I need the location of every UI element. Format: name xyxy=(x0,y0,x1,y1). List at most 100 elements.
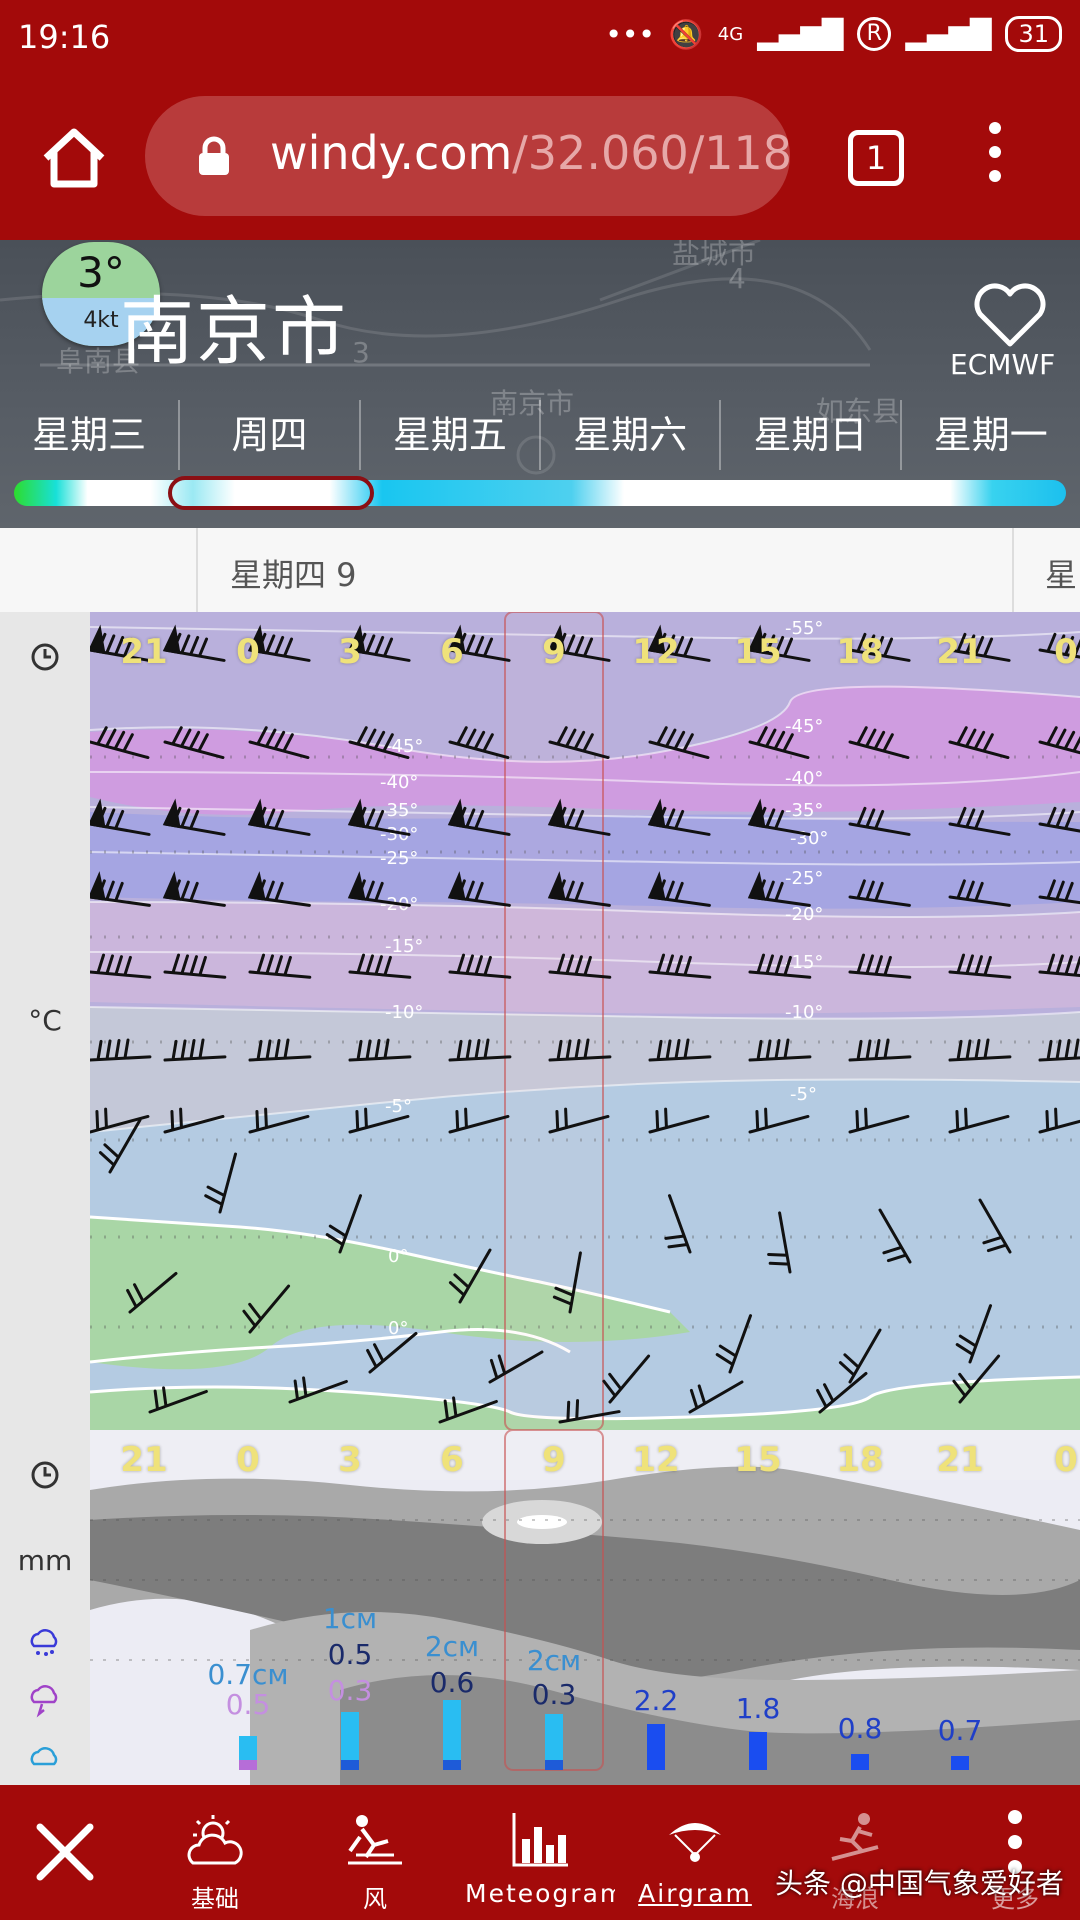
left-legend: °C mm xyxy=(0,612,90,1785)
snow-amount-label: 2cм xyxy=(424,1630,480,1663)
lock-icon xyxy=(199,136,229,175)
isotherm-label: -5° xyxy=(385,1096,412,1117)
map-label-4: 4 xyxy=(728,262,746,295)
browser-toolbar: windy.com/32.060/118 1 xyxy=(0,72,1080,240)
paraglider-icon xyxy=(669,1823,721,1862)
more-notifications-icon: ••• xyxy=(605,17,655,51)
status-icons: ••• 🔕 4G ▂▄▆█ R ▂▄▆█ 31 xyxy=(605,16,1062,52)
isotherm-label: -45° xyxy=(785,716,823,737)
hour-label: 18 xyxy=(836,632,884,672)
signal-icon: ▂▄▆█ xyxy=(757,17,844,51)
hour-label: 15 xyxy=(734,632,782,672)
day-tab[interactable]: 周四 xyxy=(180,400,361,470)
network-type: 4G xyxy=(717,23,744,45)
rain-amount-label: 0.6 xyxy=(429,1666,475,1699)
url-domain: windy.com xyxy=(270,126,513,180)
isotherm-label: -10° xyxy=(385,1002,423,1023)
isotherm-label: -35° xyxy=(380,800,418,821)
day-tabs: 星期三 周四 星期五 星期六 星期日 星期一 xyxy=(0,400,1080,470)
precip-unit[interactable]: mm xyxy=(0,1544,90,1577)
hour-label: 12 xyxy=(632,632,680,672)
snow-amount-label: 0.7cм xyxy=(207,1658,289,1691)
nav-basic[interactable]: 基础 xyxy=(160,1785,270,1920)
status-bar: 19:16 ••• 🔕 4G ▂▄▆█ R ▂▄▆█ 31 xyxy=(0,0,1080,72)
day-tab[interactable]: 星期五 xyxy=(361,400,541,470)
day-tab[interactable]: 星期六 xyxy=(541,400,722,470)
url-path: /32.060/118 xyxy=(512,126,790,180)
nav-meteogram[interactable]: Meteogram xyxy=(465,1785,615,1920)
city-name: 南京市 xyxy=(120,289,348,375)
sun-cloud-icon xyxy=(187,1815,243,1865)
isotherm-label: -5° xyxy=(790,1084,817,1105)
clock: 19:16 xyxy=(18,18,111,56)
watermark: 头条 @中国气象爱好者 xyxy=(775,1867,1064,1900)
snow-cloud-icon xyxy=(30,1747,58,1766)
strip-selection[interactable] xyxy=(168,476,374,510)
other-amount-label: 0.5 xyxy=(225,1688,271,1721)
other-amount-label: 0.3 xyxy=(327,1674,373,1707)
address-bar[interactable]: windy.com/32.060/118 xyxy=(145,96,790,216)
hour-label: 21 xyxy=(120,632,168,672)
roaming-icon: R xyxy=(857,17,892,51)
hour-label: 21 xyxy=(936,632,984,672)
isotherm-label: -40° xyxy=(380,772,418,793)
nav-basic-label: 基础 xyxy=(191,1885,239,1913)
nav-meteogram-label: Meteogram xyxy=(465,1879,615,1908)
isotherm-label: -25° xyxy=(785,868,823,889)
isotherm-label: -30° xyxy=(380,824,418,845)
hour-label: 0 xyxy=(1054,632,1078,672)
rain-amount-label: 0.7 xyxy=(937,1714,983,1747)
rain-cloud-icon xyxy=(30,1629,58,1656)
precip-labels: 0.7cм 1cм 2cм 2cм 0.5 0.5 0.6 0.3 2.2 1.8 0.8 0.7 0.… xyxy=(90,1430,1080,1785)
isotherm-label: -15° xyxy=(785,952,823,973)
surfer-icon xyxy=(831,1813,879,1861)
nav-wind[interactable]: 风 xyxy=(320,1785,430,1920)
silent-icon: 🔕 xyxy=(668,17,704,51)
isotherm-label: -15° xyxy=(385,936,423,957)
next-date-label: 星 xyxy=(1045,556,1078,594)
isotherm-label: -25° xyxy=(380,848,418,869)
tab-switcher-button[interactable]: 1 xyxy=(848,130,904,186)
location-header: 盐城市 4 阜南县 3 南京市 如东县 3° 4kt 南京市 ECMWF 星期三… xyxy=(0,240,1080,528)
close-icon[interactable] xyxy=(34,1821,96,1883)
date-header: 星期四 9 星 xyxy=(0,528,1080,612)
url-text: windy.com/32.060/118 xyxy=(270,126,790,180)
nav-airgram-label: Airgram xyxy=(638,1879,752,1908)
model-selector[interactable]: ECMWF xyxy=(950,348,1055,381)
snow-amount-label: 1cм xyxy=(322,1602,378,1635)
isotherm-label: 0° xyxy=(388,1318,408,1339)
snow-amount-label: 2cм xyxy=(526,1644,582,1677)
isotherm-label: -35° xyxy=(785,800,823,821)
date-label: 星期四 9 xyxy=(230,556,357,594)
isotherm-label: -10° xyxy=(785,1002,823,1023)
temp-unit[interactable]: °C xyxy=(0,1004,90,1037)
isotherm-label: -20° xyxy=(785,904,823,925)
rain-amount-label: 0.5 xyxy=(327,1638,373,1671)
isotherm-label: -40° xyxy=(785,768,823,789)
isotherm-label: 0° xyxy=(388,1246,408,1267)
day-tab[interactable]: 星期三 xyxy=(0,400,181,470)
hour-label: 3 xyxy=(338,632,362,672)
day-tab[interactable]: 星期一 xyxy=(902,400,1080,470)
battery-icon: 31 xyxy=(1005,16,1062,52)
windsurf-icon xyxy=(348,1815,402,1865)
bar-chart-icon xyxy=(512,1813,568,1867)
nav-wind-label: 风 xyxy=(363,1885,387,1913)
signal-icon-2: ▂▄▆█ xyxy=(905,17,992,51)
browser-menu-icon[interactable] xyxy=(980,122,1010,192)
hour-label: 9 xyxy=(542,632,566,672)
airgram-chart[interactable]: -45° -40° -35° -30° -25° -20° -15° -10° … xyxy=(90,612,1080,1430)
home-icon[interactable] xyxy=(40,124,108,192)
rain-amount-label: 0.8 xyxy=(837,1712,883,1745)
rain-amount-label: 0.3 xyxy=(531,1678,577,1711)
hour-label: 6 xyxy=(440,632,464,672)
map-label-3: 3 xyxy=(352,336,370,369)
favorite-heart-icon[interactable] xyxy=(972,282,1048,348)
hour-axis-top: 21 0 3 6 9 12 15 18 21 0 xyxy=(90,622,1080,682)
day-tab[interactable]: 星期日 xyxy=(721,400,902,470)
clock-icon xyxy=(31,643,59,671)
hour-label: 0 xyxy=(236,632,260,672)
nav-airgram[interactable]: Airgram xyxy=(630,1785,760,1920)
rain-amount-label: 2.2 xyxy=(633,1684,679,1717)
rain-amount-label: 1.8 xyxy=(735,1692,781,1725)
